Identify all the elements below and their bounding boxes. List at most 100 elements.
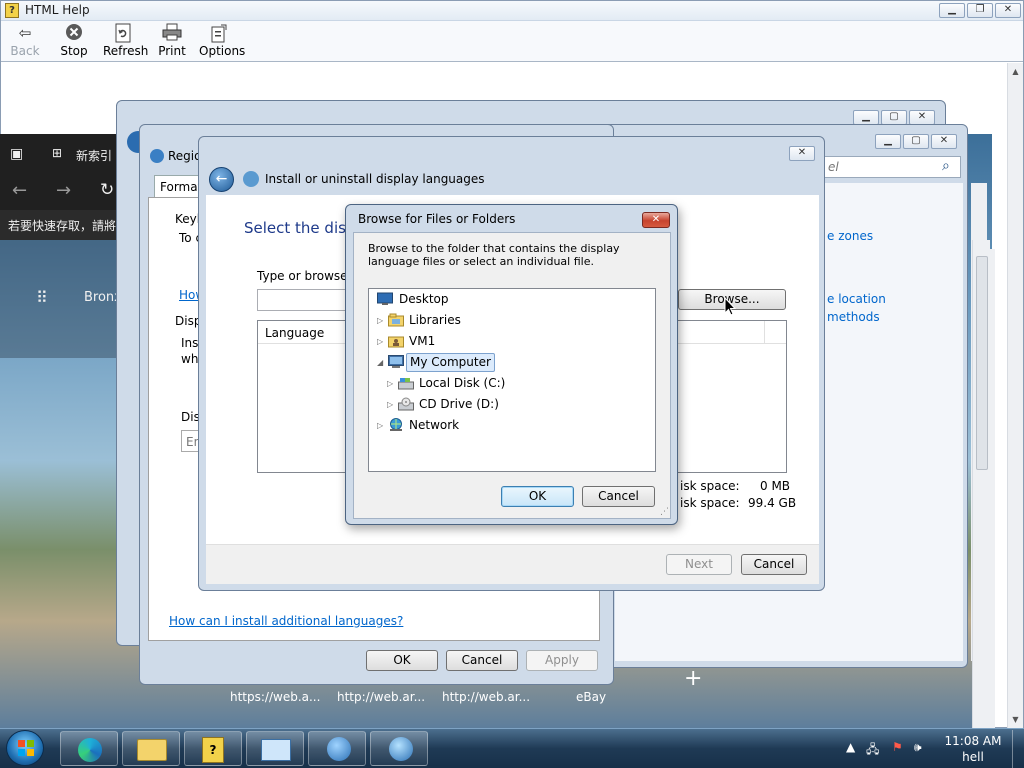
available-disk-space-value: 99.4 GB xyxy=(748,496,797,510)
time-zones-link[interactable]: e zones xyxy=(827,229,873,243)
resize-grip-icon[interactable]: ⋰ xyxy=(660,507,669,517)
cd-drive-icon xyxy=(398,397,414,412)
start-button[interactable] xyxy=(6,730,44,766)
display-language-text: wh xyxy=(181,352,199,366)
maximize-button[interactable]: ❐ xyxy=(967,3,993,18)
scroll-down-arrow-icon[interactable]: ▼ xyxy=(1008,711,1023,728)
help-titlebar: ? HTML Help ▁ ❐ ✕ xyxy=(1,1,1023,21)
close-button[interactable]: ✕ xyxy=(995,3,1021,18)
cancel-button[interactable]: Cancel xyxy=(582,486,655,507)
refresh-button[interactable]: Refresh xyxy=(103,23,148,61)
search-box[interactable]: el ⌕ xyxy=(823,156,961,178)
quick-link[interactable]: http://web.ar... xyxy=(337,690,425,704)
minimize-button[interactable]: ▁ xyxy=(875,134,901,149)
desktop-icon xyxy=(377,292,393,307)
browser-back-icon[interactable]: ← xyxy=(12,180,27,201)
favorites-hint: 若要快速存取，請將 xyxy=(8,219,117,233)
stop-button[interactable]: Stop xyxy=(57,23,91,61)
region-globe-icon xyxy=(327,737,351,761)
taskbar-install-languages[interactable] xyxy=(370,731,428,766)
close-button[interactable]: ✕ xyxy=(642,212,670,228)
user-folder-icon xyxy=(388,334,404,349)
network-tray-icon[interactable]: 🖧 xyxy=(866,740,879,761)
quick-link[interactable]: https://web.a... xyxy=(230,690,320,704)
path-input[interactable] xyxy=(257,289,357,311)
options-button[interactable]: Options xyxy=(199,23,245,61)
taskbar-clock[interactable]: 11:08 AM hell xyxy=(936,733,1010,765)
add-shortcut-icon[interactable]: + xyxy=(684,666,702,691)
languages-globe-icon xyxy=(389,737,413,761)
scroll-up-arrow-icon[interactable]: ▲ xyxy=(1008,63,1023,80)
clock-time: 11:08 AM xyxy=(944,734,1002,748)
help-toolbar: ⇦ Back Stop Refresh Print Options xyxy=(1,21,1023,62)
taskbar-region[interactable] xyxy=(308,731,366,766)
install-languages-help-link[interactable]: How can I install additional languages? xyxy=(169,614,403,628)
browse-dialog-title: Browse for Files or Folders xyxy=(358,212,516,226)
input-methods-link[interactable]: methods xyxy=(827,310,880,324)
help-app-icon: ? xyxy=(5,3,19,18)
close-button[interactable]: ✕ xyxy=(931,134,957,149)
taskbar-edge[interactable] xyxy=(60,731,118,766)
folder-tree[interactable]: Desktop ▷ Libraries ▷ VM1 ◢ My Computer … xyxy=(368,288,656,472)
cancel-button[interactable]: Cancel xyxy=(446,650,518,671)
expand-arrow-icon[interactable]: ▷ xyxy=(377,332,387,351)
help-scrollbar[interactable]: ▲ ▼ xyxy=(1007,63,1023,728)
taskbar-control-panel[interactable] xyxy=(246,731,304,766)
cancel-button[interactable]: Cancel xyxy=(741,554,807,575)
column-header-language[interactable]: Language xyxy=(265,326,324,340)
browse-prompt: Type or browse t xyxy=(257,269,357,283)
collapse-arrow-icon[interactable]: ◢ xyxy=(377,353,387,372)
libraries-icon xyxy=(388,313,404,328)
browser-refresh-icon[interactable]: ↻ xyxy=(100,180,114,200)
browser-tab-label[interactable]: 新索引 xyxy=(76,147,112,164)
cp-scrollbar[interactable] xyxy=(972,240,990,728)
computer-icon xyxy=(388,355,404,370)
maximize-button[interactable]: ▢ xyxy=(881,110,907,125)
show-desktop-button[interactable] xyxy=(1012,730,1024,768)
print-icon xyxy=(162,23,182,43)
taskbar-html-help[interactable]: ? xyxy=(184,731,242,766)
display-language-label: Dis xyxy=(181,410,200,424)
control-panel-icon xyxy=(261,739,291,761)
action-center-icon[interactable]: ⚑ xyxy=(892,740,903,754)
clock-user: hell xyxy=(962,750,984,764)
edge-browser-icon xyxy=(78,738,102,762)
expand-arrow-icon[interactable]: ▷ xyxy=(387,395,397,414)
maximize-button[interactable]: ▢ xyxy=(903,134,929,149)
taskbar-explorer[interactable] xyxy=(122,731,180,766)
minimize-button[interactable]: ▁ xyxy=(939,3,965,18)
back-arrow-icon[interactable]: ← xyxy=(209,167,234,192)
expand-arrow-icon[interactable]: ▷ xyxy=(387,374,397,393)
browse-dialog: Browse for Files or Folders ✕ Browse to … xyxy=(345,204,678,525)
search-icon[interactable]: ⌕ xyxy=(942,158,950,174)
location-link[interactable]: e location xyxy=(827,292,886,306)
tab-formats[interactable]: Formats xyxy=(154,175,209,197)
ok-button[interactable]: OK xyxy=(501,486,574,507)
wizard-footer: Next Cancel xyxy=(206,544,819,584)
back-button[interactable]: ⇦ Back xyxy=(7,23,43,61)
volume-icon[interactable]: 🕪 xyxy=(914,740,922,755)
refresh-icon xyxy=(113,23,133,43)
apply-button[interactable]: Apply xyxy=(526,650,598,671)
browser-forward-icon[interactable]: → xyxy=(56,180,71,201)
close-button[interactable]: ✕ xyxy=(909,110,935,125)
new-tab-icon: ⊞ xyxy=(52,146,63,160)
browser-sidebar-icon[interactable]: ▣ xyxy=(10,146,23,162)
browse-description: Browse to the folder that contains the d… xyxy=(368,242,620,268)
quick-link[interactable]: http://web.ar... xyxy=(442,690,530,704)
region-title: Regio xyxy=(168,149,202,163)
show-hidden-icons-icon[interactable]: ▲ xyxy=(846,740,855,754)
minimize-button[interactable]: ▁ xyxy=(853,110,879,125)
quick-link[interactable]: eBay xyxy=(576,690,606,704)
help-icon: ? xyxy=(202,737,224,763)
expand-arrow-icon[interactable]: ▷ xyxy=(377,311,387,330)
print-button[interactable]: Print xyxy=(157,23,187,61)
next-button[interactable]: Next xyxy=(666,554,732,575)
close-button[interactable]: ✕ xyxy=(789,146,815,161)
available-disk-space-label: isk space: xyxy=(680,496,740,510)
apps-grid-icon[interactable]: ⠿ xyxy=(36,288,48,307)
back-arrow-icon: ⇦ xyxy=(18,24,32,42)
ok-button[interactable]: OK xyxy=(366,650,438,671)
scrollbar-thumb[interactable] xyxy=(976,256,988,470)
expand-arrow-icon[interactable]: ▷ xyxy=(377,416,387,435)
